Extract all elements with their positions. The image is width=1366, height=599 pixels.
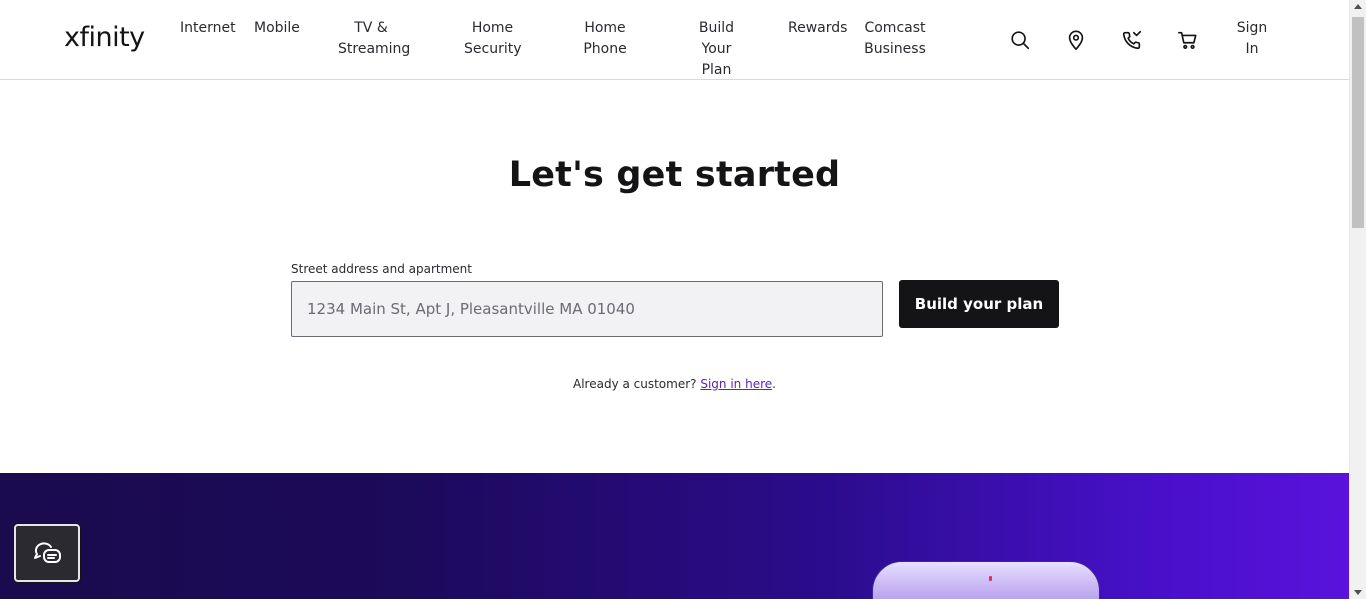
nav-label-line1: Build Your xyxy=(698,20,735,57)
scroll-down-arrow[interactable] xyxy=(1354,590,1362,595)
chat-bubbles-icon xyxy=(34,542,61,563)
nav-label-line2: Plan xyxy=(701,62,732,78)
nav-label-line2: Business xyxy=(864,41,926,57)
page: xfinity Internet Mobile TV & Streaming H… xyxy=(0,0,1349,599)
nav-item-build-your-plan[interactable]: Build Your Plan xyxy=(683,18,750,81)
nav-label-line1: TV & xyxy=(354,20,388,36)
nav-item-mobile[interactable]: Mobile xyxy=(254,18,300,39)
nav-label-line2: Security xyxy=(464,41,522,57)
nav-item-home-phone[interactable]: Home Phone xyxy=(582,18,628,60)
nav-label-line1: Home xyxy=(471,20,514,36)
customer-suffix: . xyxy=(772,377,776,391)
existing-customer-line: Already a customer? Sign in here. xyxy=(0,377,1349,391)
nav-item-rewards[interactable]: Rewards xyxy=(788,18,847,39)
scroll-up-arrow[interactable] xyxy=(1354,4,1362,9)
build-your-plan-button[interactable]: Build your plan xyxy=(899,280,1059,328)
sign-in-link[interactable]: Sign In xyxy=(1236,18,1268,60)
phone-icon[interactable] xyxy=(1118,26,1146,54)
chat-button[interactable] xyxy=(14,524,80,582)
sign-in-line2: In xyxy=(1245,41,1259,57)
site-header: xfinity Internet Mobile TV & Streaming H… xyxy=(0,0,1349,80)
xfinity-logo[interactable]: xfinity xyxy=(64,22,145,53)
nav-label-line1: Comcast xyxy=(864,20,926,36)
nav-item-home-security[interactable]: Home Security xyxy=(464,18,522,60)
nav-label-line1: Rewards xyxy=(788,20,848,36)
nav-label-line1: Mobile xyxy=(254,20,300,36)
scrollbar-thumb[interactable] xyxy=(1352,17,1364,228)
vertical-scrollbar[interactable] xyxy=(1349,0,1366,599)
nav-label-line1: Internet xyxy=(180,20,236,36)
nav-label-line2: Phone xyxy=(583,41,627,57)
nav-item-comcast-business[interactable]: Comcast Business xyxy=(864,18,926,60)
nav-item-tv-streaming[interactable]: TV & Streaming xyxy=(338,18,411,60)
nav-label-line2: Streaming xyxy=(338,41,411,57)
page-title: Let's get started xyxy=(508,155,841,195)
address-label: Street address and apartment xyxy=(291,262,472,276)
customer-prompt: Already a customer? xyxy=(573,377,697,391)
cart-icon[interactable] xyxy=(1174,26,1202,54)
address-input[interactable] xyxy=(291,281,883,337)
search-icon[interactable] xyxy=(1006,26,1034,54)
nav-item-internet[interactable]: Internet xyxy=(180,18,236,39)
wifi-gateway-image xyxy=(872,561,1100,599)
gateway-status-light xyxy=(989,576,992,581)
location-pin-icon[interactable] xyxy=(1062,26,1090,54)
sign-in-here-link[interactable]: Sign in here xyxy=(700,377,772,391)
nav-label-line1: Home xyxy=(584,20,626,36)
promo-banner xyxy=(0,473,1349,599)
sign-in-line1: Sign xyxy=(1236,20,1268,36)
